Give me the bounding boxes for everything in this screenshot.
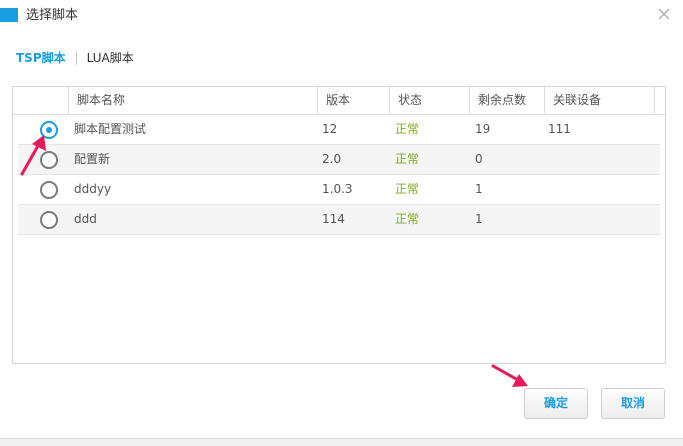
close-icon	[658, 8, 670, 20]
cell-script-name: dddyy	[74, 182, 112, 196]
header-select-column	[13, 87, 68, 114]
close-button[interactable]	[654, 4, 674, 24]
cell-version: 2.0	[322, 152, 342, 166]
cell-script-name: ddd	[74, 212, 97, 226]
confirm-button[interactable]: 确定	[524, 388, 588, 419]
row-radio[interactable]	[40, 181, 58, 199]
cell-status: 正常	[395, 122, 420, 136]
row-radio-selected[interactable]	[40, 121, 58, 139]
cell-remaining-points: 0	[475, 152, 483, 166]
cell-version: 12	[322, 122, 338, 136]
bottom-edge-strip	[0, 438, 683, 446]
cell-version: 1.0.3	[322, 182, 353, 196]
tab-separator	[75, 51, 77, 65]
title-accent-mark	[0, 8, 18, 22]
cell-script-name: 脚本配置测试	[74, 122, 147, 136]
header-remaining-points: 剩余点数	[469, 87, 544, 114]
cancel-button[interactable]: 取消	[601, 388, 665, 419]
cell-remaining-points: 19	[475, 122, 491, 136]
tab-tsp-script[interactable]: TSP脚本	[16, 49, 66, 67]
row-radio[interactable]	[40, 151, 58, 169]
table-header: 脚本名称 版本 状态 剩余点数 关联设备	[13, 87, 665, 115]
cell-status: 正常	[395, 212, 420, 226]
header-script-name: 脚本名称	[68, 87, 317, 114]
header-status: 状态	[389, 87, 469, 114]
table-row[interactable]: 脚本配置测试 12 正常 19 111	[18, 115, 660, 145]
script-type-tabs: TSP脚本 LUA脚本	[16, 48, 134, 68]
table-row[interactable]: ddd 114 正常 1	[18, 205, 660, 235]
select-script-dialog: 选择脚本 TSP脚本 LUA脚本 脚本名称 版本 状态 剩余点数 关联设备 脚本…	[0, 0, 683, 446]
tab-lua-script[interactable]: LUA脚本	[87, 49, 134, 67]
script-table: 脚本名称 版本 状态 剩余点数 关联设备 脚本配置测试 12 正常 19 111…	[12, 86, 666, 364]
table-row[interactable]: 配置新 2.0 正常 0	[18, 145, 660, 175]
header-scrollbar-gutter	[654, 87, 665, 114]
cell-remaining-points: 1	[475, 212, 483, 226]
row-radio[interactable]	[40, 211, 58, 229]
cell-script-name: 配置新	[74, 152, 111, 166]
header-version: 版本	[317, 87, 389, 114]
dialog-titlebar: 选择脚本	[0, 0, 683, 32]
dialog-title: 选择脚本	[26, 8, 79, 23]
cell-status: 正常	[395, 182, 420, 196]
table-row[interactable]: dddyy 1.0.3 正常 1	[18, 175, 660, 205]
header-linked-devices: 关联设备	[544, 87, 654, 114]
cell-linked-devices: 111	[548, 122, 571, 136]
cell-status: 正常	[395, 152, 420, 166]
cell-remaining-points: 1	[475, 182, 483, 196]
cell-version: 114	[322, 212, 345, 226]
